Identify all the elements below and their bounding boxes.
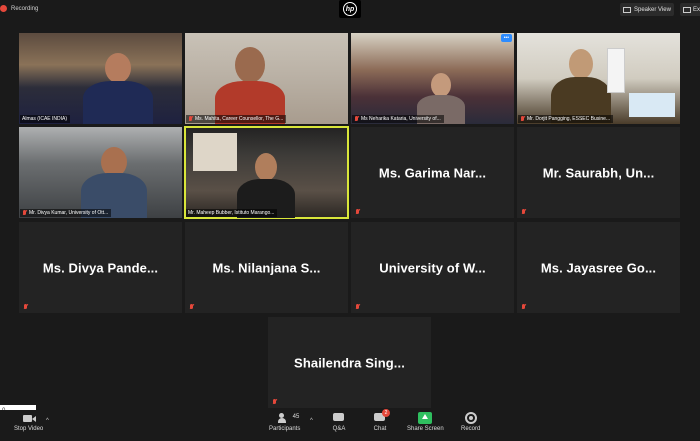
- name-tile[interactable]: University of W...: [351, 222, 514, 313]
- video-camera-icon: [22, 412, 36, 424]
- participant-face: [235, 47, 265, 83]
- muted-mic-icon: [521, 304, 526, 310]
- record-button[interactable]: Record: [461, 412, 480, 432]
- chat-label: Chat: [373, 426, 387, 432]
- muted-mic-icon: [521, 209, 526, 215]
- poster: [629, 93, 675, 117]
- participant-name-label: Mr. Maheep Bubber, Istituto Marango...: [186, 209, 278, 217]
- video-tile[interactable]: Mr. Dorjit Pangging, ESSEC Busine...: [517, 33, 680, 124]
- video-options-caret-icon[interactable]: ^: [46, 418, 49, 424]
- participant-name-label: Mr. Dorjit Pangging, ESSEC Busine...: [518, 115, 614, 123]
- brand-logo: hp: [339, 0, 361, 18]
- muted-mic-icon: [272, 399, 277, 405]
- share-screen-icon: [418, 412, 433, 424]
- muted-mic-icon: [355, 304, 360, 310]
- stop-video-button[interactable]: Stop Video: [14, 412, 43, 432]
- meeting-toolbar: Stop Video ^ 45 Participants ^ Q&A 2 Cha…: [0, 409, 700, 441]
- participant-name: Ms. Jayasree Go...: [540, 260, 657, 275]
- more-options-button[interactable]: •••: [500, 34, 512, 42]
- muted-mic-icon: [354, 116, 359, 122]
- video-tile[interactable]: Mr. Divya Kumar, University of Ott...: [19, 127, 182, 218]
- participants-label: Participants: [269, 426, 301, 432]
- participants-options-caret-icon[interactable]: ^: [310, 418, 313, 424]
- name-tile[interactable]: Ms. Jayasree Go...: [517, 222, 680, 313]
- muted-mic-icon: [188, 116, 193, 122]
- participant-face: [569, 49, 593, 79]
- hp-logo-icon: hp: [343, 2, 357, 16]
- participants-count: 45: [292, 414, 300, 420]
- participant-body: [83, 81, 153, 124]
- qa-label: Q&A: [332, 426, 346, 432]
- participant-face: [255, 153, 277, 181]
- participant-name: Shailendra Sing...: [294, 355, 405, 370]
- participant-name-label: Mr. Divya Kumar, University of Ott...: [20, 209, 112, 217]
- muted-mic-icon: [520, 116, 525, 122]
- chat-button[interactable]: 2 Chat: [373, 409, 390, 432]
- recording-indicator: Recording: [0, 5, 38, 12]
- muted-mic-icon: [22, 210, 27, 216]
- share-screen-button[interactable]: Share Screen: [407, 412, 444, 432]
- participant-name-label: Ms. Mahita, Career Counsellor, The G...: [186, 115, 287, 123]
- participant-name: Mr. Saurabh, Un...: [542, 165, 655, 180]
- participant-name: Ms. Garima Nar...: [378, 165, 487, 180]
- record-icon: [464, 412, 477, 424]
- participants-icon: 45: [277, 412, 299, 424]
- window-light: [193, 133, 237, 171]
- name-tile[interactable]: Ms. Divya Pande...: [19, 222, 182, 313]
- participant-name: University of W...: [379, 260, 486, 275]
- banner-standee: [607, 48, 625, 93]
- participants-button[interactable]: 45 Participants: [269, 412, 300, 432]
- name-tile[interactable]: Ms. Garima Nar...: [351, 127, 514, 218]
- participant-face: [431, 73, 451, 97]
- participant-name: Ms. Nilanjana S...: [212, 260, 321, 275]
- grid-view-icon: [623, 6, 631, 13]
- share-screen-label: Share Screen: [407, 426, 444, 432]
- participant-name-label: Almas (ICAE INDIA): [20, 115, 71, 123]
- speaker-view-label: Speaker View: [634, 6, 671, 13]
- top-bar: Recording hp Speaker View Ex: [0, 0, 700, 22]
- muted-mic-icon: [355, 209, 360, 215]
- qa-icon: [332, 412, 346, 424]
- exit-label: Ex: [693, 6, 700, 13]
- participant-name-label: Ms Neharika Kataria, University of...: [352, 115, 444, 123]
- stop-video-label: Stop Video: [14, 426, 44, 432]
- participant-face: [105, 53, 131, 83]
- qa-button[interactable]: Q&A: [332, 412, 346, 432]
- name-tile[interactable]: Mr. Saurabh, Un...: [517, 127, 680, 218]
- video-tile[interactable]: Ms Neharika Kataria, University of... ••…: [351, 33, 514, 124]
- video-tile[interactable]: Ms. Mahita, Career Counsellor, The G...: [185, 33, 348, 124]
- video-tile[interactable]: Almas (ICAE INDIA): [19, 33, 182, 124]
- video-tile-active-speaker[interactable]: Mr. Maheep Bubber, Istituto Marango...: [184, 126, 349, 219]
- participant-name: Ms. Divya Pande...: [42, 260, 159, 275]
- chat-icon: 2: [373, 409, 390, 424]
- chat-unread-badge: 2: [382, 409, 390, 417]
- exit-fullscreen-button[interactable]: Ex: [680, 3, 700, 16]
- name-tile[interactable]: Shailendra Sing...: [268, 317, 431, 408]
- speaker-view-button[interactable]: Speaker View: [620, 3, 674, 16]
- recording-label: Recording: [11, 5, 39, 12]
- muted-mic-icon: [189, 304, 194, 310]
- record-label: Record: [461, 426, 481, 432]
- muted-mic-icon: [23, 304, 28, 310]
- recording-dot-icon: [0, 5, 7, 12]
- name-tile[interactable]: Ms. Nilanjana S...: [185, 222, 348, 313]
- fullscreen-icon: [683, 6, 691, 13]
